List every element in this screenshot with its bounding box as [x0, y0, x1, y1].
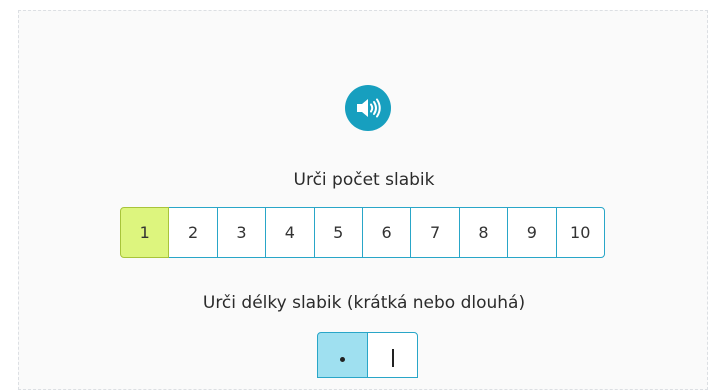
- bar-icon: [391, 349, 394, 367]
- dot-icon: [340, 357, 345, 362]
- count-option-5[interactable]: 5: [313, 207, 363, 258]
- syllable-count-options: 1 2 3 4 5 6 7 8 9 10: [120, 207, 605, 258]
- long-syllable-button[interactable]: [367, 332, 418, 378]
- speaker-icon: [357, 98, 381, 118]
- count-option-10[interactable]: 10: [555, 207, 605, 258]
- count-option-9[interactable]: 9: [507, 207, 557, 258]
- syllable-length-options: [317, 332, 418, 378]
- count-option-8[interactable]: 8: [458, 207, 509, 258]
- play-audio-button[interactable]: [345, 85, 391, 131]
- syllable-length-prompt: Urči délky slabik (krátká nebo dlouhá): [202, 293, 526, 313]
- syllable-count-prompt: Urči počet slabik: [293, 170, 435, 190]
- count-option-4[interactable]: 4: [265, 207, 315, 258]
- count-option-6[interactable]: 6: [361, 207, 412, 258]
- short-syllable-button[interactable]: [317, 332, 368, 378]
- count-option-1[interactable]: 1: [120, 207, 170, 258]
- count-option-7[interactable]: 7: [410, 207, 460, 258]
- count-option-2[interactable]: 2: [168, 207, 218, 258]
- count-option-3[interactable]: 3: [216, 207, 267, 258]
